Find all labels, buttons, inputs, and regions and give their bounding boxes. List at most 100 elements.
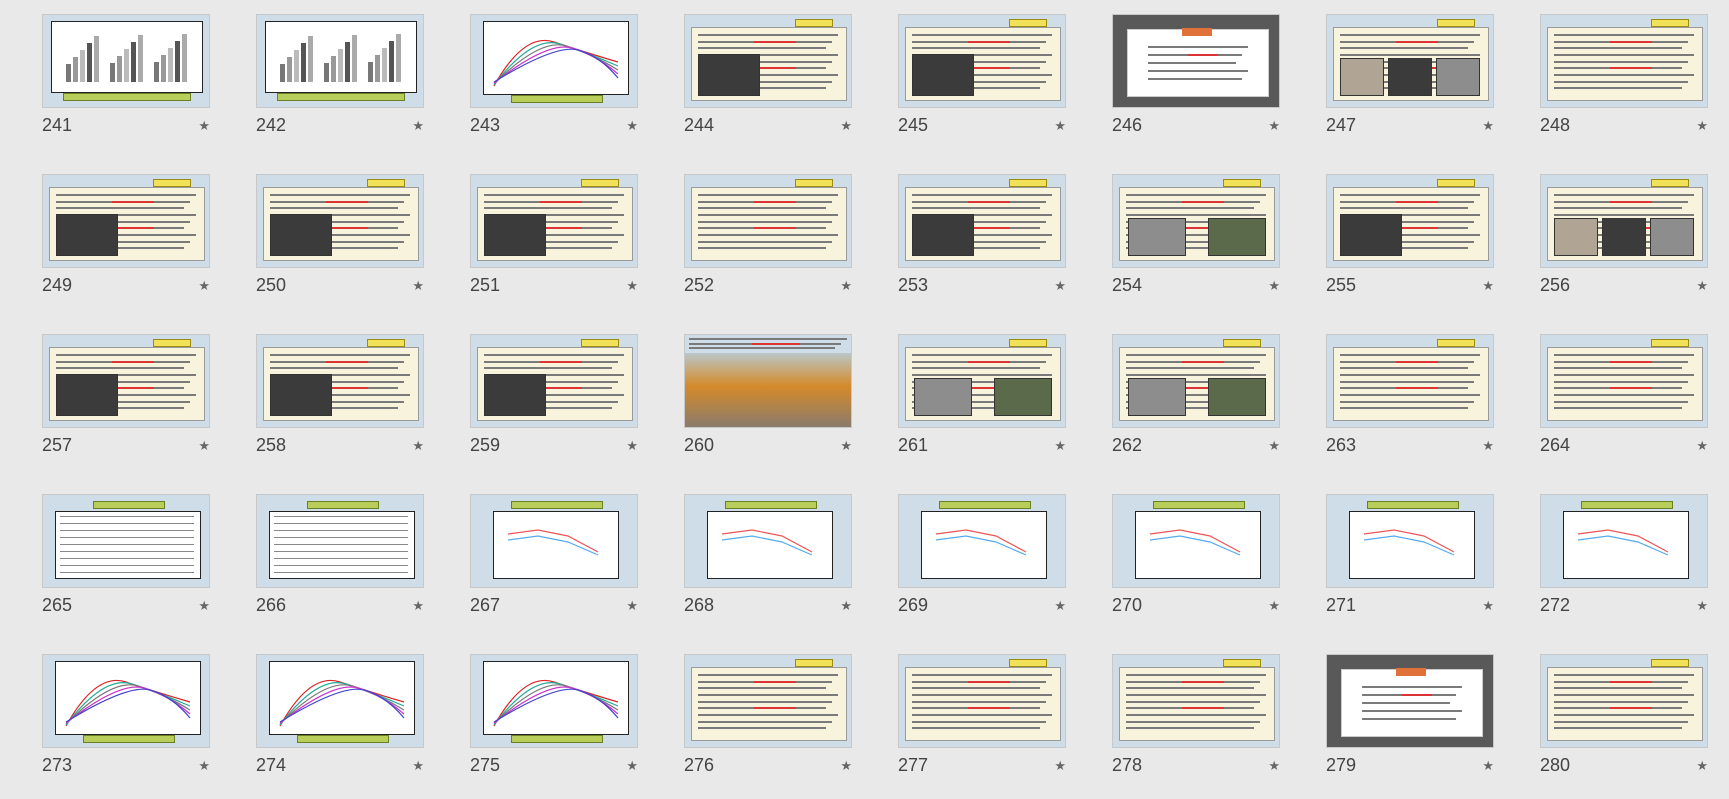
slide-279[interactable]: 279 ★ [1326,654,1496,799]
slide-thumbnail[interactable] [1540,334,1708,428]
slide-thumbnail[interactable] [256,494,424,588]
slide-thumbnail[interactable] [898,494,1066,588]
star-icon[interactable]: ★ [1482,438,1494,454]
star-icon[interactable]: ★ [1696,278,1708,294]
star-icon[interactable]: ★ [1268,278,1280,294]
slide-277[interactable]: 277 ★ [898,654,1068,799]
star-icon[interactable]: ★ [840,758,852,774]
star-icon[interactable]: ★ [198,598,210,614]
slide-248[interactable]: 248 ★ [1540,14,1710,159]
slide-thumbnail[interactable] [684,174,852,268]
slide-255[interactable]: 255 ★ [1326,174,1496,319]
star-icon[interactable]: ★ [412,278,424,294]
slide-thumbnail[interactable] [1540,14,1708,108]
slide-thumbnail[interactable] [1112,174,1280,268]
star-icon[interactable]: ★ [1482,118,1494,134]
star-icon[interactable]: ★ [1696,118,1708,134]
slide-264[interactable]: 264 ★ [1540,334,1710,479]
slide-thumbnail[interactable] [1112,14,1280,108]
star-icon[interactable]: ★ [840,118,852,134]
star-icon[interactable]: ★ [840,438,852,454]
star-icon[interactable]: ★ [1268,438,1280,454]
slide-thumbnail[interactable] [898,334,1066,428]
slide-thumbnail[interactable] [684,494,852,588]
star-icon[interactable]: ★ [840,598,852,614]
star-icon[interactable]: ★ [198,278,210,294]
star-icon[interactable]: ★ [626,598,638,614]
slide-thumbnail[interactable] [1112,334,1280,428]
star-icon[interactable]: ★ [1054,598,1066,614]
star-icon[interactable]: ★ [198,438,210,454]
slide-270[interactable]: 270 ★ [1112,494,1282,639]
slide-250[interactable]: 250 ★ [256,174,426,319]
slide-242[interactable]: 242 ★ [256,14,426,159]
slide-thumbnail[interactable] [256,174,424,268]
star-icon[interactable]: ★ [198,758,210,774]
slide-275[interactable]: 275 ★ [470,654,640,799]
slide-thumbnail[interactable] [470,334,638,428]
slide-280[interactable]: 280 ★ [1540,654,1710,799]
slide-276[interactable]: 276 ★ [684,654,854,799]
slide-thumbnail[interactable] [42,14,210,108]
slide-thumbnail[interactable] [42,334,210,428]
slide-267[interactable]: 267 ★ [470,494,640,639]
slide-246[interactable]: 246 ★ [1112,14,1282,159]
slide-thumbnail[interactable] [1540,494,1708,588]
slide-thumbnail[interactable] [684,334,852,428]
slide-thumbnail[interactable] [470,14,638,108]
slide-thumbnail[interactable] [898,14,1066,108]
slide-thumbnail[interactable] [42,174,210,268]
star-icon[interactable]: ★ [1054,438,1066,454]
slide-241[interactable]: 241 ★ [42,14,212,159]
slide-thumbnail[interactable] [42,654,210,748]
slide-257[interactable]: 257 ★ [42,334,212,479]
slide-278[interactable]: 278 ★ [1112,654,1282,799]
star-icon[interactable]: ★ [626,758,638,774]
slide-259[interactable]: 259 ★ [470,334,640,479]
slide-252[interactable]: 252 ★ [684,174,854,319]
slide-269[interactable]: 269 ★ [898,494,1068,639]
slide-thumbnail[interactable] [256,14,424,108]
slide-thumbnail[interactable] [1112,494,1280,588]
slide-thumbnail[interactable] [1326,654,1494,748]
slide-thumbnail[interactable] [1326,174,1494,268]
slide-274[interactable]: 274 ★ [256,654,426,799]
slide-thumbnail[interactable] [470,494,638,588]
star-icon[interactable]: ★ [1268,758,1280,774]
slide-247[interactable]: 247 ★ [1326,14,1496,159]
slide-249[interactable]: 249 ★ [42,174,212,319]
slide-thumbnail[interactable] [684,654,852,748]
slide-261[interactable]: 261 ★ [898,334,1068,479]
slide-245[interactable]: 245 ★ [898,14,1068,159]
star-icon[interactable]: ★ [1054,278,1066,294]
slide-273[interactable]: 273 ★ [42,654,212,799]
star-icon[interactable]: ★ [1482,278,1494,294]
slide-263[interactable]: 263 ★ [1326,334,1496,479]
slide-thumbnail[interactable] [256,334,424,428]
slide-243[interactable]: 243 ★ [470,14,640,159]
slide-thumbnail[interactable] [1112,654,1280,748]
slide-266[interactable]: 266 ★ [256,494,426,639]
slide-253[interactable]: 253 ★ [898,174,1068,319]
star-icon[interactable]: ★ [198,118,210,134]
slide-thumbnail[interactable] [470,654,638,748]
star-icon[interactable]: ★ [1696,598,1708,614]
star-icon[interactable]: ★ [1268,118,1280,134]
slide-265[interactable]: 265 ★ [42,494,212,639]
star-icon[interactable]: ★ [412,758,424,774]
slide-thumbnail[interactable] [1326,334,1494,428]
slide-268[interactable]: 268 ★ [684,494,854,639]
star-icon[interactable]: ★ [1268,598,1280,614]
slide-thumbnail[interactable] [42,494,210,588]
slide-258[interactable]: 258 ★ [256,334,426,479]
slide-thumbnail[interactable] [898,654,1066,748]
star-icon[interactable]: ★ [412,598,424,614]
slide-251[interactable]: 251 ★ [470,174,640,319]
star-icon[interactable]: ★ [626,278,638,294]
slide-thumbnail[interactable] [256,654,424,748]
slide-thumbnail[interactable] [898,174,1066,268]
slide-244[interactable]: 244 ★ [684,14,854,159]
slide-thumbnail[interactable] [684,14,852,108]
star-icon[interactable]: ★ [1054,758,1066,774]
star-icon[interactable]: ★ [626,438,638,454]
